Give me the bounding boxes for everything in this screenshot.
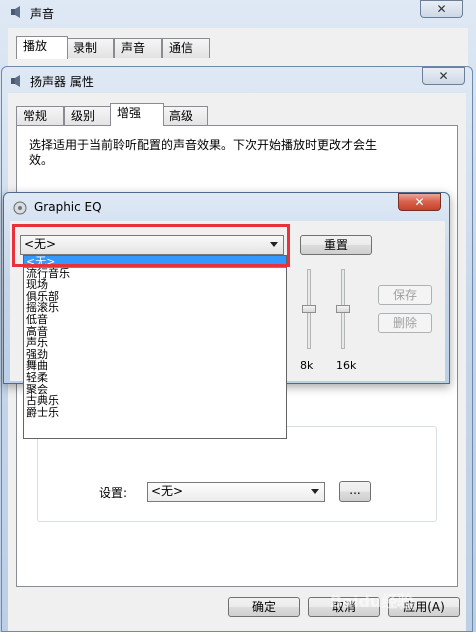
setting-select[interactable]: <无> <box>147 482 325 502</box>
eq-preset-option[interactable]: <无> <box>24 256 286 268</box>
sound-window-title: 声音 <box>30 7 55 21</box>
eq-preset-option[interactable]: 高音 <box>24 326 286 338</box>
chevron-down-icon <box>270 242 278 247</box>
eq-preset-option[interactable]: 聚会 <box>24 384 286 396</box>
eq-window-icon <box>13 201 27 215</box>
eq-preset-option[interactable]: 现场 <box>24 279 286 291</box>
tab-playback[interactable]: 播放 <box>16 36 68 59</box>
ok-button[interactable]: 确定 <box>228 597 300 617</box>
setting-select-value: <无> <box>151 484 184 498</box>
tab-sounds[interactable]: 声音 <box>114 38 162 58</box>
eq-preset-select-value: <无> <box>24 237 57 251</box>
eq-preset-option[interactable]: 俱乐部 <box>24 291 286 303</box>
speaker-icon <box>10 74 24 88</box>
browse-button[interactable]: ... <box>339 481 371 502</box>
tab-enhancements[interactable]: 增强 <box>110 103 164 126</box>
eq-window-title: Graphic EQ <box>34 200 102 214</box>
properties-close-button[interactable]: ✕ <box>422 67 465 85</box>
tab-communications[interactable]: 通信 <box>162 38 210 58</box>
tab-recording[interactable]: 录制 <box>66 38 114 58</box>
eq-preset-select[interactable]: <无> <box>20 235 284 255</box>
eq-preset-option[interactable]: 爵士乐 <box>24 407 286 419</box>
delete-button[interactable]: 删除 <box>378 313 432 333</box>
enhancement-properties-group <box>37 426 437 522</box>
tab-levels[interactable]: 级别 <box>64 106 112 126</box>
chevron-down-icon <box>311 489 319 494</box>
eq-preset-option[interactable]: 流行音乐 <box>24 268 286 280</box>
eq-band-label-16k: 16k <box>336 359 357 372</box>
eq-close-button[interactable]: ✕ <box>398 193 441 211</box>
eq-preset-option[interactable]: 轻柔 <box>24 372 286 384</box>
apply-button[interactable]: 应用(A) <box>388 597 460 617</box>
eq-preset-dropdown: <无> 流行音乐 现场 俱乐部 摇滚乐 低音 高音 声乐 强劲 舞曲 轻柔 聚会 古典乐 爵士乐 <box>23 255 287 439</box>
eq-slider-8k-thumb[interactable] <box>302 305 316 313</box>
eq-band-label-8k: 8k <box>300 359 314 372</box>
sound-close-button[interactable]: ✕ <box>420 0 463 18</box>
eq-preset-option[interactable]: 强劲 <box>24 349 286 361</box>
eq-preset-option[interactable]: 低音 <box>24 314 286 326</box>
cancel-button[interactable]: 取消 <box>308 597 380 617</box>
tab-advanced[interactable]: 高级 <box>162 106 208 126</box>
properties-window-title: 扬声器 属性 <box>30 75 94 89</box>
enhancements-description: 选择适用于当前聆听配置的声音效果。下次开始播放时更改才会生效。 <box>29 138 378 167</box>
save-button[interactable]: 保存 <box>378 285 432 305</box>
setting-label: 设置: <box>99 486 128 500</box>
sound-window-icon <box>10 5 24 19</box>
tab-general[interactable]: 常规 <box>16 106 64 126</box>
eq-preset-option[interactable]: 古典乐 <box>24 395 286 407</box>
eq-slider-16k-thumb[interactable] <box>336 305 350 313</box>
eq-preset-option[interactable]: 舞曲 <box>24 360 286 372</box>
eq-preset-option[interactable]: 摇滚乐 <box>24 302 286 314</box>
eq-preset-option[interactable]: 声乐 <box>24 337 286 349</box>
reset-button[interactable]: 重置 <box>300 235 372 255</box>
